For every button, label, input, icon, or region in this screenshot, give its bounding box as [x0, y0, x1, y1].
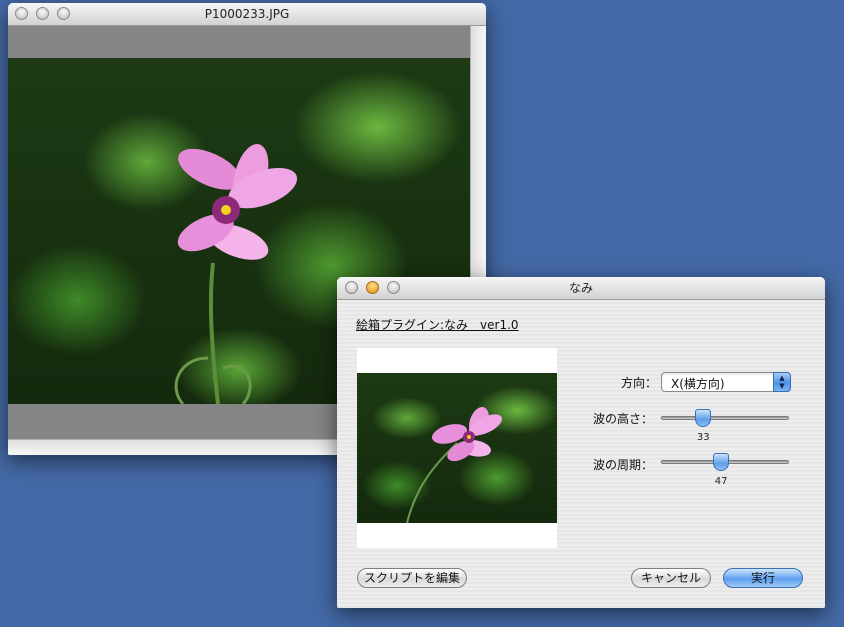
viewer-titlebar[interactable]: P1000233.JPG [8, 3, 486, 26]
plugin-title: 絵箱プラグイン:なみ ver1.0 [356, 318, 519, 332]
direction-value: X(横方向) [671, 377, 725, 391]
wave-plugin-dialog: なみ 絵箱プラグイン:なみ ver1.0 方向： X(横方向) ▲ ▼ 波の高さ… [337, 277, 825, 608]
wave-period-slider[interactable] [661, 453, 789, 471]
slider-track [661, 416, 789, 420]
preview-frame [357, 348, 557, 548]
slider-thumb[interactable] [695, 409, 712, 427]
wave-height-slider[interactable] [661, 409, 789, 427]
dialog-titlebar[interactable]: なみ [337, 277, 825, 300]
cancel-button[interactable]: キャンセル [631, 568, 711, 588]
wave-height-value: 33 [696, 432, 710, 443]
edit-script-button[interactable]: スクリプトを編集 [357, 568, 467, 588]
slider-thumb[interactable] [713, 453, 730, 471]
wave-preview-image [357, 373, 557, 523]
direction-select[interactable]: X(横方向) ▲ ▼ [661, 372, 791, 392]
dialog-title: なみ [568, 281, 593, 295]
window-title: P1000233.JPG [204, 7, 290, 21]
updown-arrows-icon[interactable]: ▲ ▼ [773, 372, 791, 392]
execute-button[interactable]: 実行 [723, 568, 803, 588]
dialog-body: 絵箱プラグイン:なみ ver1.0 方向： X(横方向) ▲ ▼ 波の高さ： 3… [337, 300, 825, 608]
wave-height-label: 波の高さ： [592, 412, 653, 426]
direction-label: 方向： [620, 376, 657, 390]
wave-period-value: 47 [714, 476, 728, 487]
wave-period-label: 波の周期： [592, 458, 653, 472]
